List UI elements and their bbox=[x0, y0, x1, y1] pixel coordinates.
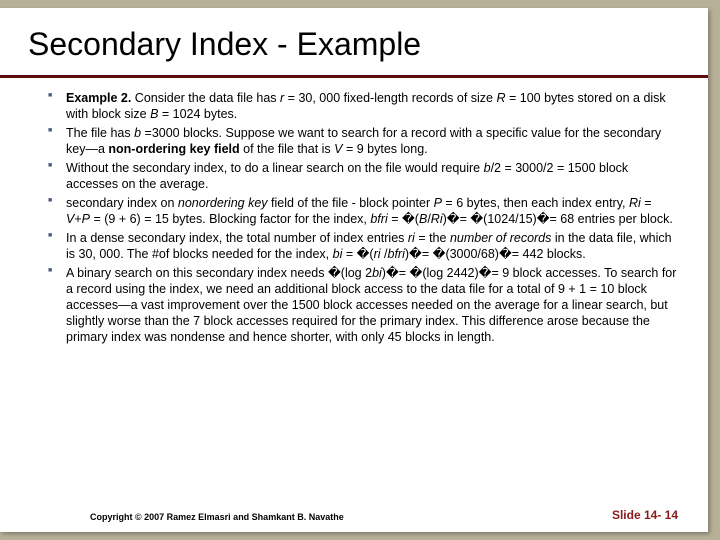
list-item: Example 2. Consider the data file has r … bbox=[48, 90, 678, 122]
slide-number: Slide 14- 14 bbox=[612, 508, 678, 522]
list-item: In a dense secondary index, the total nu… bbox=[48, 230, 678, 262]
list-item: A binary search on this secondary index … bbox=[48, 265, 678, 345]
title-divider bbox=[0, 75, 708, 78]
list-item: The file has b =3000 blocks. Suppose we … bbox=[48, 125, 678, 157]
copyright-text: Copyright © 2007 Ramez Elmasri and Shamk… bbox=[90, 512, 344, 522]
list-item: Without the secondary index, to do a lin… bbox=[48, 160, 678, 192]
slide-content: Example 2. Consider the data file has r … bbox=[0, 84, 708, 345]
bullet-list: Example 2. Consider the data file has r … bbox=[48, 90, 678, 345]
slide-title: Secondary Index - Example bbox=[0, 8, 708, 75]
list-item: secondary index on nonordering key field… bbox=[48, 195, 678, 227]
slide-frame: Secondary Index - Example Example 2. Con… bbox=[0, 8, 708, 532]
